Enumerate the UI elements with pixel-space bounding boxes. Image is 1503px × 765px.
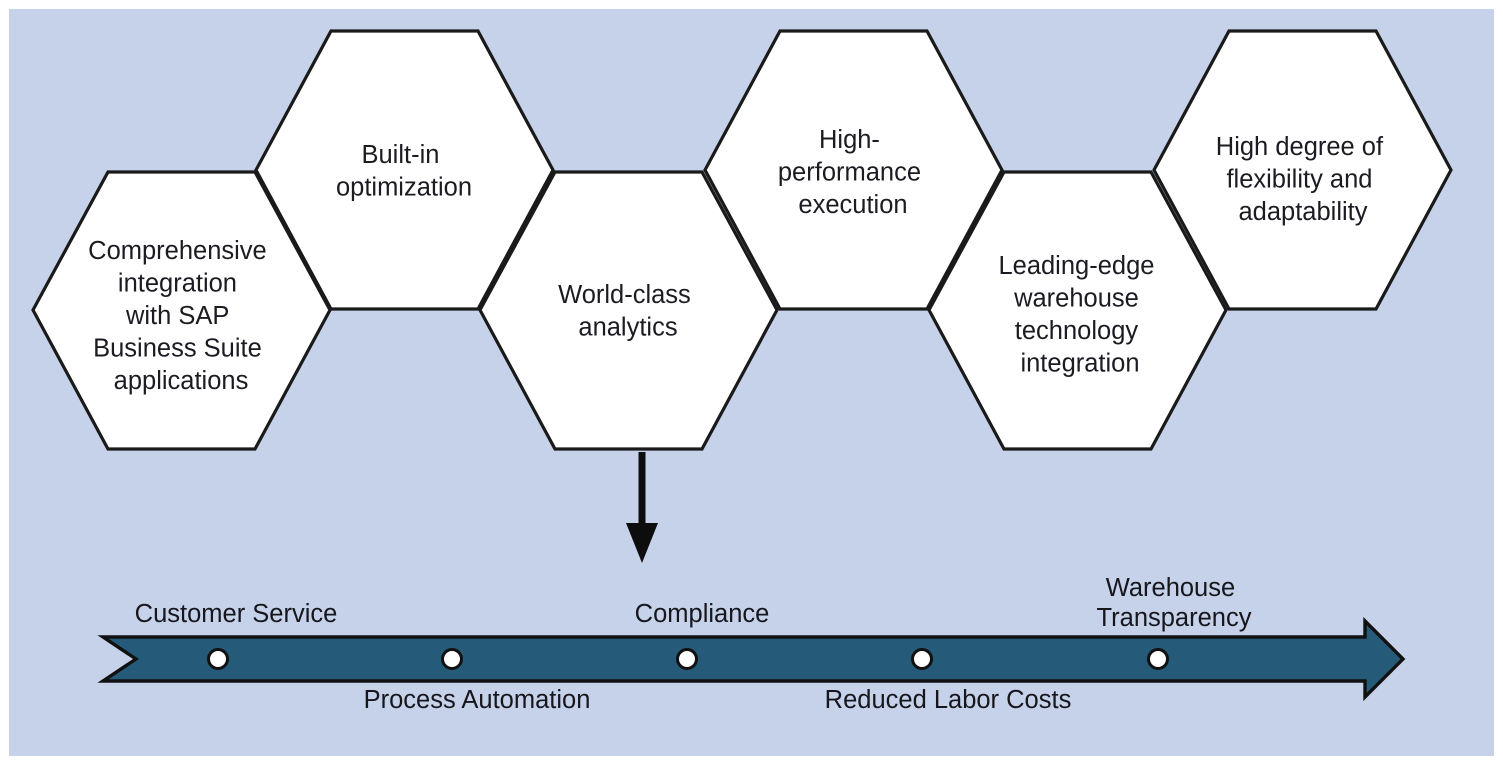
marker-dot-icon (207, 648, 229, 670)
marker-label: Compliance (635, 600, 770, 628)
marker-label: Customer Service (135, 600, 338, 628)
diagram-canvas: Comprehensive integration with SAP Busin… (0, 0, 1503, 765)
hexagon-label: High degree of flexibility and adaptabil… (1216, 133, 1390, 226)
marker-dot-icon (1147, 648, 1169, 670)
marker-dot-icon (911, 648, 933, 670)
marker-dot-icon (441, 648, 463, 670)
marker-dot-icon (676, 648, 698, 670)
diagram-svg: Comprehensive integration with SAP Busin… (0, 0, 1503, 765)
marker-label: Reduced Labor Costs (825, 686, 1072, 714)
marker-label: Process Automation (364, 686, 591, 714)
